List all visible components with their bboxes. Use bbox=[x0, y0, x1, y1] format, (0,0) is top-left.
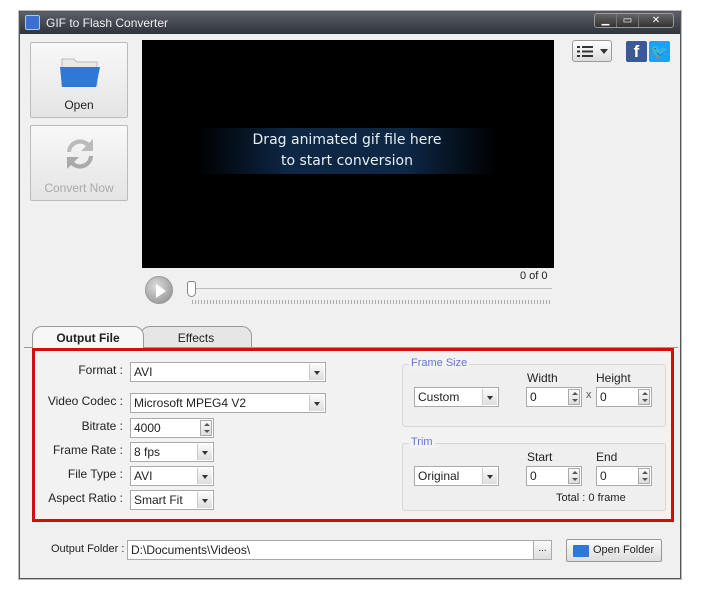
bitrate-spinner[interactable] bbox=[200, 420, 212, 436]
end-value: 0 bbox=[600, 469, 607, 483]
frame-rate-value: 8 fps bbox=[134, 445, 161, 459]
file-type-select[interactable]: AVI bbox=[130, 466, 214, 486]
frame-size-select[interactable]: Custom bbox=[414, 387, 499, 407]
bitrate-value: 4000 bbox=[134, 421, 161, 435]
aspect-ratio-select[interactable]: Smart Fit bbox=[130, 490, 214, 510]
aspect-ratio-label: Aspect Ratio : bbox=[48, 491, 123, 505]
chevron-down-icon bbox=[197, 492, 212, 508]
convert-icon bbox=[67, 139, 93, 169]
trim-group: Trim Original Start End 0 0 Total : 0 fr… bbox=[402, 436, 666, 511]
trim-select[interactable]: Original bbox=[414, 466, 499, 486]
format-select[interactable]: AVI bbox=[130, 362, 326, 382]
open-label: Open bbox=[64, 98, 94, 112]
close-button[interactable]: ✕ bbox=[639, 14, 673, 27]
start-input[interactable]: 0 bbox=[526, 466, 582, 486]
top-icons: f 🐦 bbox=[572, 40, 670, 62]
app-window: GIF to Flash Converter ▁ ▭ ✕ Open Conver… bbox=[19, 11, 681, 579]
timeline-ticks bbox=[192, 300, 552, 304]
browse-button[interactable]: ... bbox=[533, 540, 552, 560]
width-label: Width bbox=[527, 371, 558, 385]
frame-size-title: Frame Size bbox=[409, 357, 470, 369]
file-type-label: File Type : bbox=[67, 467, 123, 481]
app-icon bbox=[25, 15, 40, 30]
drop-hint-line1: Drag animated gif file here bbox=[252, 132, 442, 148]
output-folder-label: Output Folder : bbox=[51, 543, 125, 555]
frame-rate-label: Frame Rate : bbox=[52, 443, 123, 457]
trim-title: Trim bbox=[409, 436, 435, 448]
video-codec-value: Microsoft MPEG4 V2 bbox=[134, 396, 247, 410]
drop-hint: Drag animated gif file here to start con… bbox=[197, 128, 497, 174]
chevron-down-icon bbox=[600, 49, 608, 54]
title-bar: GIF to Flash Converter ▁ ▭ ✕ bbox=[20, 12, 680, 34]
folder-icon bbox=[60, 58, 100, 87]
height-spinner[interactable] bbox=[638, 389, 650, 405]
tab-output-file[interactable]: Output File bbox=[32, 326, 144, 348]
chevron-down-icon bbox=[197, 468, 212, 484]
end-spinner[interactable] bbox=[638, 468, 650, 484]
bitrate-input[interactable]: 4000 bbox=[130, 418, 214, 438]
twitter-icon[interactable]: 🐦 bbox=[649, 40, 670, 62]
start-label: Start bbox=[527, 450, 553, 464]
minimize-button[interactable]: ▁ bbox=[595, 14, 617, 27]
start-spinner[interactable] bbox=[568, 468, 580, 484]
chevron-down-icon bbox=[309, 395, 324, 411]
width-spinner[interactable] bbox=[568, 389, 580, 405]
frame-rate-select[interactable]: 8 fps bbox=[130, 442, 214, 462]
bitrate-label: Bitrate : bbox=[81, 419, 123, 433]
format-value: AVI bbox=[134, 365, 153, 379]
menu-button[interactable] bbox=[572, 40, 612, 62]
output-folder-input[interactable]: D:\Documents\Videos\ bbox=[127, 540, 534, 560]
video-codec-select[interactable]: Microsoft MPEG4 V2 bbox=[130, 393, 326, 413]
window-controls: ▁ ▭ ✕ bbox=[594, 13, 674, 28]
width-input[interactable]: 0 bbox=[526, 387, 582, 407]
tab-effects[interactable]: Effects bbox=[140, 326, 252, 348]
output-settings-panel: Format : AVI Video Codec : Microsoft MPE… bbox=[32, 348, 674, 522]
play-button[interactable] bbox=[145, 276, 173, 304]
frame-size-value: Custom bbox=[418, 390, 460, 404]
height-label: Height bbox=[596, 371, 631, 385]
open-folder-button[interactable]: Open Folder bbox=[566, 539, 662, 562]
end-label: End bbox=[596, 450, 618, 464]
open-button[interactable]: Open bbox=[30, 42, 128, 118]
drop-hint-line2: to start conversion bbox=[281, 153, 413, 169]
dimension-separator: x bbox=[586, 389, 592, 401]
convert-now-label: Convert Now bbox=[44, 181, 114, 195]
folder-icon bbox=[573, 545, 589, 557]
trim-total: Total : 0 frame bbox=[556, 492, 626, 504]
format-label: Format : bbox=[78, 363, 123, 377]
timeline-slider-thumb[interactable] bbox=[187, 281, 196, 297]
list-icon bbox=[577, 46, 593, 57]
convert-now-button[interactable]: Convert Now bbox=[30, 125, 128, 201]
window-title: GIF to Flash Converter bbox=[46, 16, 169, 30]
frame-size-group: Frame Size Custom Width Height 0 x 0 bbox=[402, 357, 666, 427]
height-value: 0 bbox=[600, 390, 607, 404]
timeline-slider[interactable] bbox=[192, 288, 552, 289]
width-value: 0 bbox=[530, 390, 537, 404]
start-value: 0 bbox=[530, 469, 537, 483]
chevron-down-icon bbox=[197, 444, 212, 460]
aspect-ratio-value: Smart Fit bbox=[134, 493, 183, 507]
facebook-icon[interactable]: f bbox=[626, 40, 647, 62]
preview-area[interactable]: Drag animated gif file here to start con… bbox=[142, 40, 554, 268]
open-folder-label: Open Folder bbox=[593, 544, 655, 556]
height-input[interactable]: 0 bbox=[596, 387, 652, 407]
maximize-button[interactable]: ▭ bbox=[617, 14, 639, 27]
end-input[interactable]: 0 bbox=[596, 466, 652, 486]
file-type-value: AVI bbox=[134, 469, 153, 483]
chevron-down-icon bbox=[482, 468, 497, 484]
chevron-down-icon bbox=[482, 389, 497, 405]
frame-counter: 0 of 0 bbox=[520, 270, 548, 282]
video-codec-label: Video Codec : bbox=[47, 394, 123, 408]
chevron-down-icon bbox=[309, 364, 324, 380]
trim-value: Original bbox=[418, 469, 460, 483]
